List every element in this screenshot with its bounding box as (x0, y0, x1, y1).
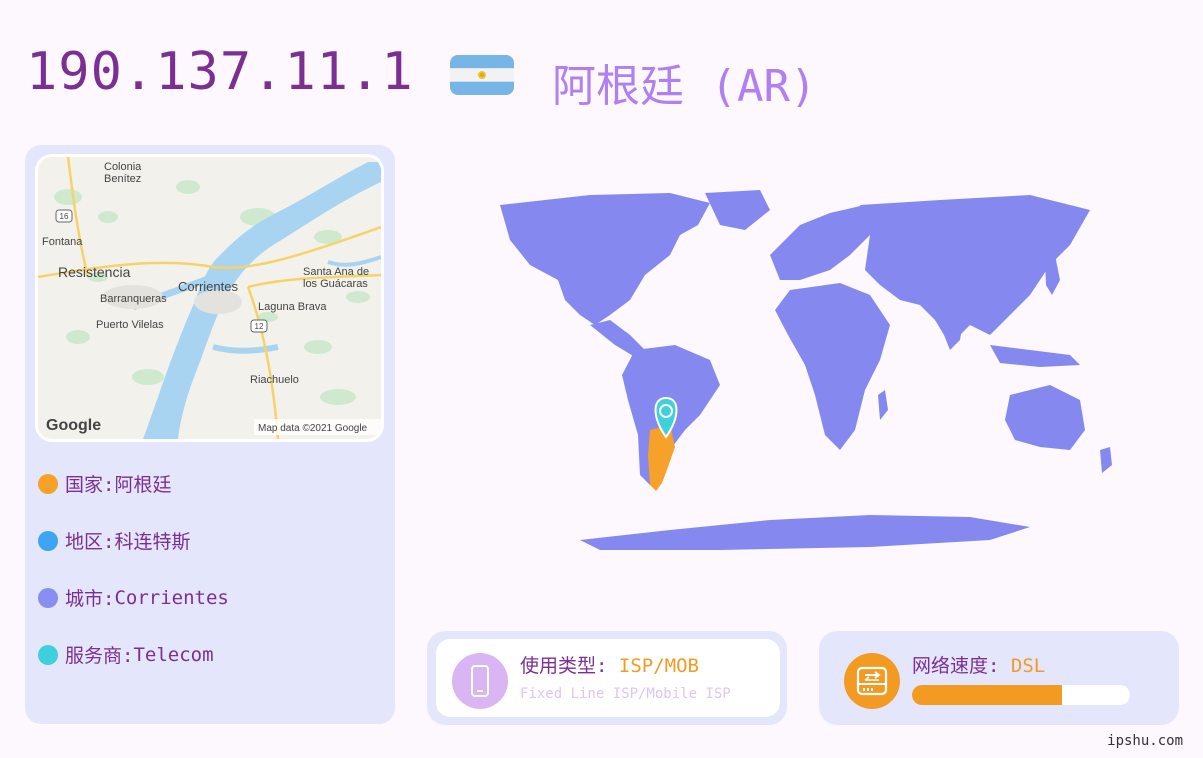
map-attribution[interactable]: Map data ©2021 Google (258, 423, 368, 434)
info-city-label: 城市: (65, 588, 115, 610)
usage-type-value: ISP/MOB (618, 655, 699, 677)
info-region: 地区: 科连特斯 (38, 527, 190, 554)
usage-type-label: 使用类型: ISP/MOB (520, 651, 699, 678)
network-speed-label-text: 网络速度: (912, 655, 1011, 677)
country-dot (38, 473, 58, 494)
info-country: 国家: 阿根廷 (38, 470, 171, 497)
network-device-icon (844, 653, 900, 709)
info-isp: 服务商: Telecom (38, 641, 214, 668)
country-title: 阿根廷 (AR) (552, 61, 817, 112)
info-region-label: 地区: (65, 531, 115, 553)
isp-dot (38, 644, 58, 665)
svg-text:12: 12 (255, 322, 264, 331)
map-label-benitez: Benítez (104, 173, 141, 185)
info-city-value: Corrientes (114, 586, 229, 609)
map-label-riachuelo: Riachuelo (250, 374, 299, 386)
map-label-guacaras: los Guácaras (303, 278, 368, 290)
site-footer[interactable]: ipshu.com (1107, 733, 1183, 749)
info-region-value: 科连特斯 (114, 531, 191, 553)
info-country-value: 阿根廷 (114, 474, 172, 496)
location-map[interactable]: 16 12 Colonia Benítez Fontana Resistenci… (38, 157, 381, 439)
info-isp-label: 服务商: (65, 645, 134, 667)
usage-type-subtitle: Fixed Line ISP/Mobile ISP (520, 686, 731, 702)
network-speed-value: DSL (1010, 655, 1046, 677)
map-label-resistencia: Resistencia (58, 264, 131, 280)
route-12-shield: 12 (250, 319, 268, 333)
ip-address: 190.137.11.1 (26, 42, 414, 102)
speed-bar-fill (912, 685, 1063, 705)
world-map (470, 185, 1160, 565)
city-dot (38, 587, 58, 608)
network-speed-label: 网络速度: DSL (912, 651, 1045, 678)
argentina-flag-icon (450, 55, 514, 95)
google-logo: Google (46, 417, 101, 434)
info-country-label: 国家: (65, 474, 115, 496)
svg-text:16: 16 (60, 212, 69, 221)
route-16-shield: 16 (55, 209, 73, 223)
map-label-laguna-brava: Laguna Brava (258, 301, 327, 313)
map-label-colonia: Colonia (104, 161, 142, 173)
map-label-fontana: Fontana (42, 236, 83, 248)
region-dot (38, 530, 58, 551)
map-label-corrientes: Corrientes (178, 279, 238, 294)
mobile-phone-icon (452, 653, 508, 709)
world-land (500, 190, 1112, 550)
map-label-santa-ana: Santa Ana de (303, 266, 369, 278)
map-label-puerto-vilelas: Puerto Vilelas (96, 319, 164, 331)
speed-bar (912, 685, 1130, 705)
info-city: 城市: Corrientes (38, 584, 229, 611)
argentina-highlight (648, 425, 675, 491)
info-isp-value: Telecom (133, 643, 214, 666)
usage-type-label-text: 使用类型: (520, 655, 619, 677)
map-label-barranqueras: Barranqueras (100, 293, 167, 305)
